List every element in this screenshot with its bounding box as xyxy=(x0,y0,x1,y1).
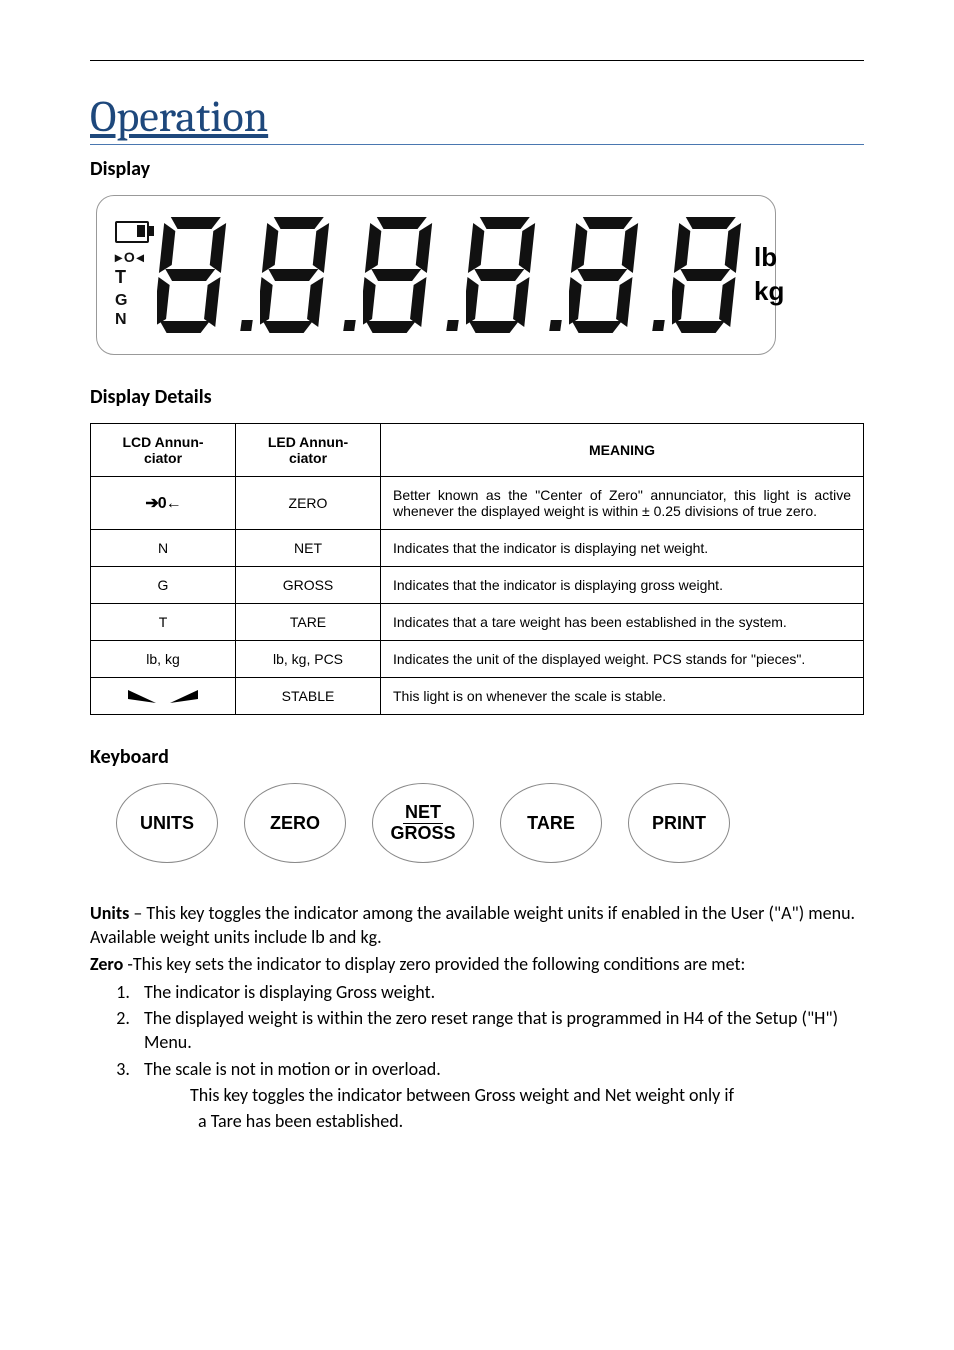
section-keyboard: Keyboard xyxy=(90,745,864,769)
cell-led: NET xyxy=(236,530,381,567)
cell-meaning: This light is on whenever the scale is s… xyxy=(381,678,864,715)
units-desc: – This key toggles the indicator among t… xyxy=(90,902,855,948)
list-item: The displayed weight is within the zero … xyxy=(134,1006,864,1055)
cell-meaning: Better known as the "Center of Zero" ann… xyxy=(381,477,864,530)
page-title: Operation xyxy=(90,91,864,145)
lcd-dp xyxy=(549,320,562,331)
lcd-annunciators: ▸ O ◂ T G N xyxy=(115,221,149,330)
cell-lcd: N xyxy=(91,530,236,567)
lcd-digit xyxy=(569,215,647,335)
units-label: Units xyxy=(90,902,129,924)
cell-lcd: T xyxy=(91,604,236,641)
cell-meaning: Indicates that the indicator is displayi… xyxy=(381,567,864,604)
key-units: UNITS xyxy=(116,783,218,863)
list-item: The scale is not in motion or in overloa… xyxy=(134,1057,864,1081)
top-rule xyxy=(90,60,864,61)
key-netgross: NET GROSS xyxy=(372,783,474,863)
lcd-units: lb kg xyxy=(750,241,784,309)
key-print: PRINT xyxy=(628,783,730,863)
lcd-gn-annun: G N xyxy=(115,291,149,329)
cell-lcd: ➔0← xyxy=(91,477,236,530)
cell-lcd: lb, kg xyxy=(91,641,236,678)
table-row: ➔0← ZERO Better known as the "Center of … xyxy=(91,477,864,530)
keyboard-illustration: UNITS ZERO NET GROSS TARE PRINT xyxy=(116,783,864,863)
cell-led: TARE xyxy=(236,604,381,641)
lcd-digit xyxy=(466,215,544,335)
zero-conditions: The indicator is displaying Gross weight… xyxy=(134,980,864,1081)
lcd-zero-annun: ▸ O ◂ xyxy=(115,249,149,266)
cell-lcd xyxy=(91,678,236,715)
key-zero: ZERO xyxy=(244,783,346,863)
table-row: lb, kg lb, kg, PCS Indicates the unit of… xyxy=(91,641,864,678)
key-tare: TARE xyxy=(500,783,602,863)
lcd-dp xyxy=(652,320,665,331)
zero-desc: -This key sets the indicator to display … xyxy=(123,953,745,975)
stable-icon xyxy=(128,692,198,701)
table-row: STABLE This light is on whenever the sca… xyxy=(91,678,864,715)
lcd-dp xyxy=(446,320,459,331)
cell-lcd: G xyxy=(91,567,236,604)
table-row: N NET Indicates that the indicator is di… xyxy=(91,530,864,567)
cell-meaning: Indicates the unit of the displayed weig… xyxy=(381,641,864,678)
table-row: G GROSS Indicates that the indicator is … xyxy=(91,567,864,604)
section-display-details: Display Details xyxy=(90,385,864,409)
lcd-digit xyxy=(157,215,235,335)
body-text: Units – This key toggles the indicator a… xyxy=(90,901,864,1134)
lcd-unit-kg: kg xyxy=(754,275,784,309)
display-details-table: LCD Annun- ciator LED Annun- ciator MEAN… xyxy=(90,423,864,715)
cell-led: ZERO xyxy=(236,477,381,530)
table-row: T TARE Indicates that a tare weight has … xyxy=(91,604,864,641)
lcd-digit xyxy=(672,215,750,335)
lcd-digit xyxy=(260,215,338,335)
list-item: The indicator is displaying Gross weight… xyxy=(134,980,864,1004)
lcd-t-annun: T xyxy=(115,267,149,289)
zero-label: Zero xyxy=(90,953,123,975)
cell-led: GROSS xyxy=(236,567,381,604)
lcd-digit xyxy=(363,215,441,335)
th-led: LED Annun- ciator xyxy=(236,424,381,477)
cell-meaning: Indicates that the indicator is displayi… xyxy=(381,530,864,567)
cell-led: STABLE xyxy=(236,678,381,715)
lcd-display: ▸ O ◂ T G N xyxy=(96,195,776,355)
lcd-dp xyxy=(343,320,356,331)
lcd-unit-lb: lb xyxy=(754,241,784,275)
battery-icon xyxy=(115,221,149,243)
zero-arrows-icon: ➔0← xyxy=(145,495,180,512)
th-lcd: LCD Annun- ciator xyxy=(91,424,236,477)
cell-led: lb, kg, PCS xyxy=(236,641,381,678)
lcd-digits xyxy=(149,215,750,335)
page: Operation Display ▸ O ◂ T G N xyxy=(0,0,954,1176)
lcd-dp xyxy=(240,320,253,331)
section-display: Display xyxy=(90,157,864,181)
cell-meaning: Indicates that a tare weight has been es… xyxy=(381,604,864,641)
th-meaning: MEANING xyxy=(381,424,864,477)
netgross-desc: This key toggles the indicator between G… xyxy=(190,1083,864,1134)
